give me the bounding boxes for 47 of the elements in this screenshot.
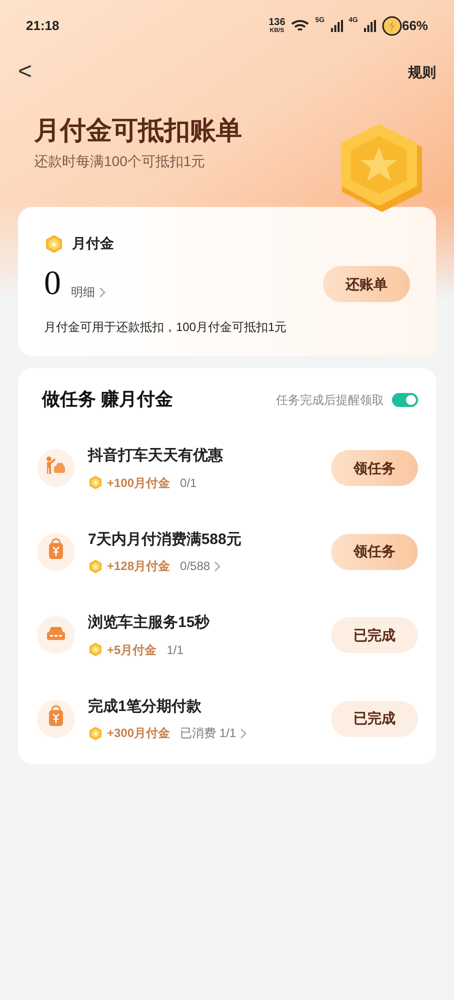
- shopping-bag-icon: [36, 698, 76, 739]
- reminder-toggle[interactable]: [392, 392, 418, 406]
- network-speed: 136: [268, 18, 286, 28]
- task-reward: +5月付金: [107, 642, 157, 658]
- task-button[interactable]: 领任务: [331, 534, 418, 570]
- task-count-text: 0/588: [180, 558, 210, 575]
- task-title: 7天内月付消费满588元: [88, 530, 242, 550]
- task-count-text: 已消费 1/1: [180, 725, 236, 742]
- battery-level: 66%: [402, 17, 428, 36]
- coin-icon: [44, 234, 64, 254]
- reminder-label: 任务完成后提醒领取: [276, 392, 384, 408]
- chevron-icon: [99, 286, 106, 298]
- coin-icon: [88, 726, 103, 740]
- banner-title: 月付金可抵扣账单: [34, 114, 242, 146]
- coin-icon: [88, 558, 103, 574]
- coin-icon: [88, 475, 103, 490]
- status-time: 21:18: [26, 17, 60, 36]
- battery-icon: [382, 16, 402, 36]
- chevron-icon: [240, 728, 248, 738]
- balance-amount: 0: [44, 267, 61, 301]
- task-count-text: 0/1: [180, 474, 197, 492]
- chevron-icon: [214, 560, 222, 572]
- task-reward: +300月付金: [107, 725, 170, 742]
- task-reward: +100月付金: [107, 474, 170, 492]
- task-button[interactable]: 已完成: [331, 700, 418, 737]
- signal-icon: [330, 20, 343, 32]
- coin-icon: [88, 642, 103, 657]
- person-car-icon: [36, 448, 76, 488]
- repay-bill-button[interactable]: 还账单: [323, 266, 410, 302]
- task-title: 浏览车主服务15秒: [88, 612, 210, 633]
- signal-icon: [364, 20, 376, 32]
- banner-subtitle: 还款时每满100个可抵扣1元: [34, 152, 206, 170]
- task-button[interactable]: 已完成: [331, 617, 418, 654]
- rules-link[interactable]: 规则: [408, 62, 436, 82]
- car-icon: [36, 615, 76, 656]
- shopping-bag-icon: [36, 532, 76, 572]
- balance-label: 月付金: [72, 234, 114, 253]
- task-title: 抖音打车天天有优惠: [88, 446, 223, 466]
- task-title: 完成1笔分期付款: [88, 696, 202, 716]
- tasks-title: 做任务 赚月付金: [42, 388, 174, 411]
- task-count-text: 1/1: [166, 642, 184, 658]
- balance-note: 月付金可用于还款抵扣，100月付金可抵扣1元: [44, 319, 288, 336]
- detail-link[interactable]: 明细: [71, 283, 106, 301]
- task-button[interactable]: 领任务: [331, 450, 418, 486]
- task-reward: +128月付金: [107, 558, 170, 575]
- wifi-icon: [291, 19, 310, 33]
- back-button[interactable]: <: [18, 60, 32, 84]
